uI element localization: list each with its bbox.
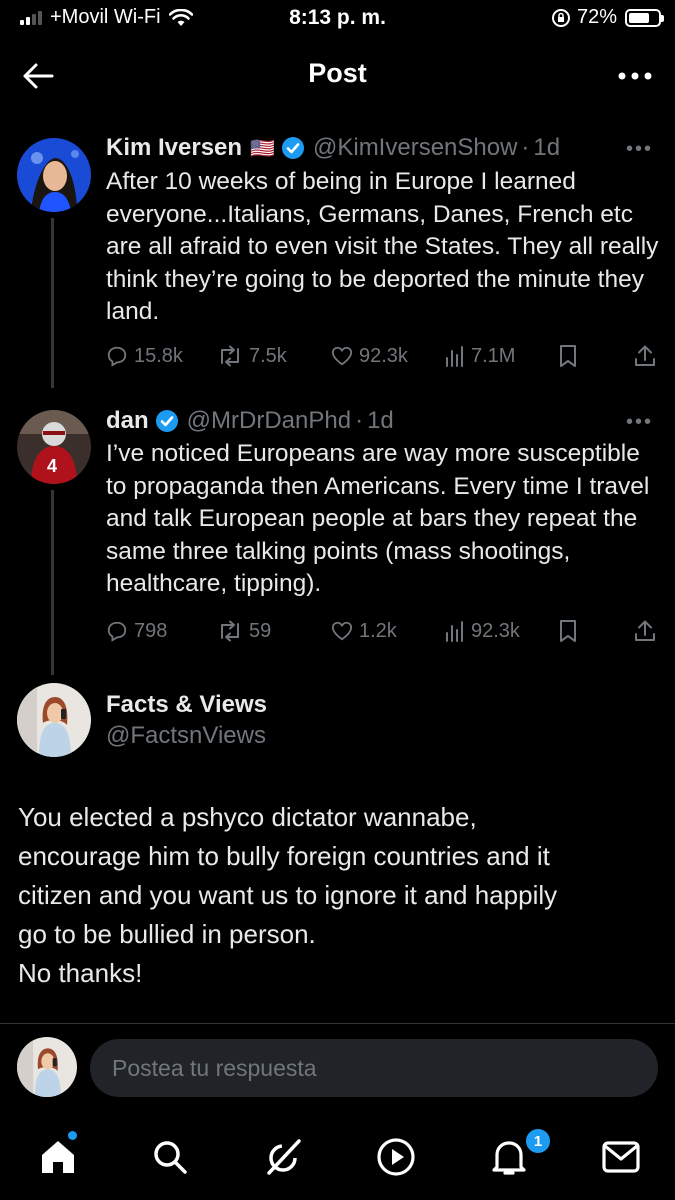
bottom-nav — [0, 1112, 675, 1200]
reply-count: 798 — [134, 619, 168, 642]
main-post-line: encourage him to bully foreign countries… — [18, 841, 550, 871]
avatar-image — [17, 1037, 77, 1097]
home-unread-dot — [68, 1131, 77, 1140]
us-flag-icon: 🇺🇸 — [250, 137, 275, 160]
avatar-dan[interactable]: 4 — [17, 410, 91, 484]
tweet-actions: 15.8k 7.5k 92.3k 7.1M — [0, 341, 675, 371]
repost-icon — [221, 620, 239, 642]
repost-count: 7.5k — [249, 344, 287, 367]
author-name[interactable]: Kim Iversen — [106, 134, 242, 162]
author-handle[interactable]: @MrDrDanPhd — [187, 407, 351, 435]
main-post-line: No thanks! — [18, 958, 143, 988]
share-button[interactable] — [634, 344, 662, 368]
reply-button[interactable]: 15.8k — [106, 345, 183, 368]
bookmark-icon — [560, 345, 576, 367]
bookmark-button[interactable] — [558, 344, 584, 368]
nav-grok[interactable] — [258, 1132, 308, 1182]
avatar-image — [17, 138, 91, 212]
status-right: 72% — [551, 6, 664, 29]
like-count: 92.3k — [359, 344, 408, 367]
post-time: 1d — [533, 134, 561, 161]
views-count: 92.3k — [471, 619, 520, 642]
home-icon — [42, 1141, 74, 1173]
views-button[interactable]: 7.1M — [445, 345, 515, 368]
reply-input[interactable]: Postea tu respuesta — [90, 1039, 658, 1097]
avatar-facts-views[interactable] — [17, 683, 91, 757]
nav-search[interactable] — [145, 1132, 195, 1182]
more-horizontal-icon — [618, 72, 652, 80]
search-icon — [154, 1141, 187, 1174]
repost-count: 59 — [249, 619, 272, 642]
bell-icon — [492, 1141, 526, 1175]
tweet-more-icon[interactable]: ••• — [626, 411, 653, 434]
reply-count: 15.8k — [134, 344, 183, 367]
reply-icon — [107, 346, 127, 367]
like-button[interactable]: 92.3k — [331, 345, 408, 368]
current-user-avatar[interactable] — [17, 1037, 77, 1097]
tweet-header: dan @MrDrDanPhd · 1d — [106, 407, 394, 435]
like-button[interactable]: 1.2k — [331, 620, 397, 643]
share-button[interactable] — [634, 619, 662, 643]
main-post-text: You elected a pshyco dictator wannabe, e… — [18, 798, 658, 993]
share-icon — [635, 345, 655, 366]
avatar-kim-iversen[interactable] — [17, 138, 91, 212]
avatar-image — [17, 683, 91, 757]
share-icon — [635, 620, 655, 641]
avatar-image: 4 — [17, 410, 91, 484]
bookmark-button[interactable] — [558, 619, 584, 643]
reply-icon — [107, 621, 127, 642]
reply-placeholder: Postea tu respuesta — [112, 1054, 317, 1081]
thread-connector — [51, 490, 54, 675]
tweet-more-icon[interactable]: ••• — [626, 138, 653, 161]
play-icon — [377, 1138, 415, 1176]
battery-level — [629, 12, 649, 23]
author-name[interactable]: dan — [106, 407, 149, 435]
views-chart-icon — [446, 621, 463, 642]
verified-badge-icon — [155, 410, 178, 432]
repost-icon — [221, 345, 239, 367]
orientation-lock-icon — [551, 8, 570, 27]
status-bar: +Movil Wi-Fi 8:13 p. m. 72% — [0, 0, 675, 40]
heart-icon — [331, 621, 353, 641]
notification-badge: 1 — [524, 1127, 552, 1155]
more-options-button[interactable] — [615, 56, 655, 96]
nav-video[interactable] — [371, 1132, 421, 1182]
mail-icon — [602, 1141, 640, 1173]
like-count: 1.2k — [359, 619, 397, 642]
tweet-text: I’ve noticed Europeans are way more susc… — [106, 440, 650, 597]
tweet-text: After 10 weeks of being in Europe I lear… — [106, 168, 659, 325]
views-button[interactable]: 92.3k — [445, 620, 520, 643]
bookmark-icon — [560, 620, 576, 642]
battery-percent: 72% — [576, 6, 617, 28]
heart-icon — [331, 346, 353, 366]
verified-badge-icon — [281, 137, 304, 159]
svg-text:4: 4 — [47, 456, 57, 476]
views-chart-icon — [446, 346, 463, 367]
author-handle[interactable]: @FactsnViews — [106, 722, 266, 750]
author-handle[interactable]: @KimIversenShow — [313, 134, 517, 162]
page-title: Post — [308, 58, 367, 88]
main-post-line: go to be bullied in person. — [18, 919, 316, 949]
repost-button[interactable]: 7.5k — [217, 345, 287, 368]
repost-button[interactable]: 59 — [217, 620, 271, 643]
grok-icon — [267, 1139, 301, 1175]
divider — [0, 1023, 675, 1024]
main-post-line: citizen and you want us to ignore it and… — [18, 880, 558, 910]
nav-home[interactable] — [33, 1132, 83, 1182]
tweet-header: Kim Iversen 🇺🇸 @KimIversenShow · 1d — [106, 134, 561, 162]
battery-icon — [625, 8, 664, 27]
tweet-actions: 798 59 1.2k 92.3k — [0, 616, 675, 646]
nav-messages[interactable] — [596, 1132, 646, 1182]
views-count: 7.1M — [471, 344, 516, 367]
post-time: 1d — [367, 407, 394, 434]
reply-button[interactable]: 798 — [106, 620, 167, 643]
author-name[interactable]: Facts & Views — [106, 691, 267, 719]
main-post-line: You elected a pshyco dictator wannabe, — [18, 802, 477, 832]
